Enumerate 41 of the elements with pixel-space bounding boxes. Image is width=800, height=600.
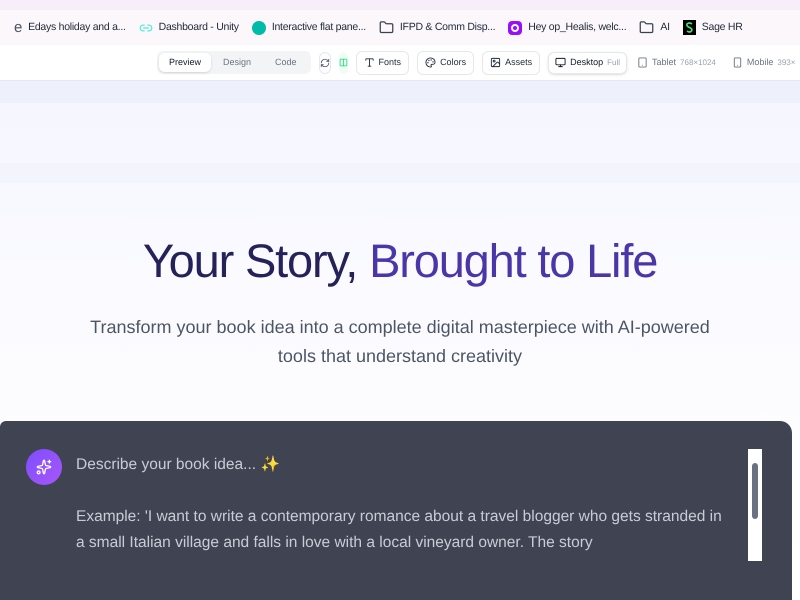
device-label: Desktop [570,56,604,69]
hero-subtitle: Transform your book idea into a complete digital masterpiece with AI-powered tools that understand creativity [89,316,711,368]
palette-icon [425,57,436,68]
device-label: Mobile [746,56,774,69]
device-label: Tablet [652,56,676,69]
folder-icon [639,20,654,35]
device-tab[interactable]: Mobile 393× [726,52,800,74]
ring-logo-icon [508,20,522,34]
device-size: 768×1024 [680,56,716,68]
bookmark-link[interactable]: Sage HR [682,20,743,36]
refresh-button[interactable] [318,52,331,74]
device-tab[interactable]: Desktop Full [548,52,628,74]
device-size: Full [607,56,620,68]
bookmark-link[interactable]: AI [639,20,670,36]
columns-icon [338,58,348,67]
folder-icon [378,20,394,35]
image-icon [490,57,502,68]
tool-button[interactable]: Fonts [356,50,410,74]
sparkle-avatar-icon [26,449,62,485]
tool-button[interactable]: Colors [417,50,474,74]
view-tab[interactable]: Code [263,52,309,72]
view-tab[interactable]: Design [211,52,264,72]
device-size: 393× [777,56,796,68]
bookmark-link[interactable]: Dashboard - Unity [138,20,239,36]
hero-title: Your Story, Brought to Life [142,233,658,289]
s-logo-icon [682,20,696,35]
tablet-icon [637,57,648,68]
bookmark-link[interactable]: IFPD & Comm Disp... [378,20,496,36]
bookmark-link[interactable]: Hey op_Healis, welc... [508,20,626,36]
view-tab[interactable]: Preview [159,52,212,72]
type-icon [364,57,375,68]
circle-logo-icon [252,20,266,34]
bookmark-link[interactable]: e Edays holiday and a... [14,20,126,36]
prompt-input-panel[interactable] [0,421,792,600]
phone-icon [732,57,743,68]
device-tab[interactable]: Tablet 768×1024 [631,52,722,74]
tool-button[interactable]: Assets [482,50,540,74]
letter-e-icon: e [14,20,22,35]
bookmark-link[interactable]: Interactive flat pane... [252,20,366,36]
refresh-icon [320,58,330,68]
monitor-icon [555,57,566,68]
